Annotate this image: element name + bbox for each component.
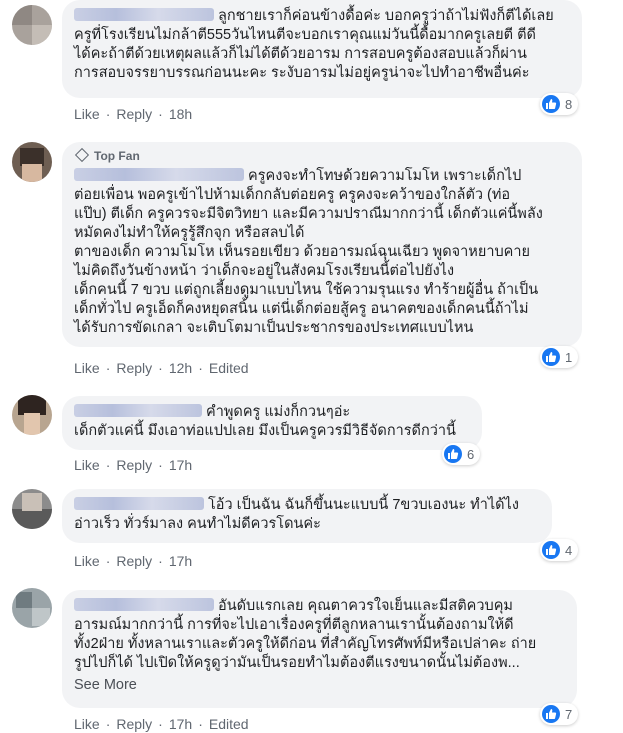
commenter-name[interactable] bbox=[74, 497, 204, 510]
comment-4: โอ้ว เป็นฉัน ฉันก็ขึ้นนะแบบนี้ 7ขวบเองนะ… bbox=[0, 486, 623, 576]
commenter-name[interactable] bbox=[74, 168, 244, 181]
avatar[interactable] bbox=[12, 395, 52, 435]
reaction-count[interactable]: 6 bbox=[442, 443, 481, 465]
reply-link[interactable]: Reply bbox=[116, 457, 152, 473]
see-more-link[interactable]: See More bbox=[74, 677, 565, 693]
timestamp[interactable]: 18h bbox=[169, 106, 192, 122]
edited-label[interactable]: Edited bbox=[209, 716, 249, 732]
comment-2: Top Fan ครูคงจะทำโทษด้วยความโมโห เพราะเด… bbox=[0, 139, 623, 379]
comment-bubble: Top Fan ครูคงจะทำโทษด้วยความโมโห เพราะเด… bbox=[62, 142, 582, 347]
like-link[interactable]: Like bbox=[74, 716, 100, 732]
avatar[interactable] bbox=[12, 5, 52, 45]
commenter-name[interactable] bbox=[74, 404, 202, 417]
reaction-count[interactable]: 1 bbox=[540, 346, 579, 368]
reply-link[interactable]: Reply bbox=[116, 106, 152, 122]
like-link[interactable]: Like bbox=[74, 553, 100, 569]
like-link[interactable]: Like bbox=[74, 106, 100, 122]
edited-label[interactable]: Edited bbox=[209, 360, 249, 376]
like-link[interactable]: Like bbox=[74, 360, 100, 376]
like-thumb-icon bbox=[444, 445, 462, 463]
comment-3: คำพูดครู แม่งก็กวนๆอ่ะ เด็กตัวแค่นี้ มึง… bbox=[0, 393, 623, 483]
reply-link[interactable]: Reply bbox=[116, 553, 152, 569]
reaction-count[interactable]: 4 bbox=[540, 539, 579, 561]
like-thumb-icon bbox=[542, 705, 560, 723]
timestamp[interactable]: 12h bbox=[169, 360, 192, 376]
comment-5: อันดับแรกเลย คุณตาควรใจเย็นและมีสติควบคุ… bbox=[0, 583, 623, 733]
timestamp[interactable]: 17h bbox=[169, 457, 192, 473]
timestamp[interactable]: 17h bbox=[169, 716, 192, 732]
reaction-count[interactable]: 8 bbox=[540, 93, 579, 115]
comment-1: ลูกชายเราก็ค่อนข้างดื้อค่ะ บอกครูว่าถ้าไ… bbox=[0, 0, 623, 128]
comment-actions: Like · Reply · 12h · Edited bbox=[74, 360, 249, 376]
comment-bubble: ลูกชายเราก็ค่อนข้างดื้อค่ะ บอกครูว่าถ้าไ… bbox=[62, 0, 582, 98]
reaction-count[interactable]: 7 bbox=[540, 703, 579, 725]
avatar[interactable] bbox=[12, 142, 52, 182]
comment-bubble: คำพูดครู แม่งก็กวนๆอ่ะ เด็กตัวแค่นี้ มึง… bbox=[62, 396, 482, 450]
top-fan-badge: Top Fan bbox=[74, 147, 570, 164]
comment-bubble: โอ้ว เป็นฉัน ฉันก็ขึ้นนะแบบนี้ 7ขวบเองนะ… bbox=[62, 489, 552, 543]
comment-bubble: อันดับแรกเลย คุณตาควรใจเย็นและมีสติควบคุ… bbox=[62, 590, 577, 708]
comment-actions: Like · Reply · 17h · Edited bbox=[74, 716, 249, 732]
commenter-name[interactable] bbox=[74, 598, 214, 611]
reply-link[interactable]: Reply bbox=[116, 360, 152, 376]
like-thumb-icon bbox=[542, 95, 560, 113]
comment-actions: Like · Reply · 17h bbox=[74, 457, 193, 473]
timestamp[interactable]: 17h bbox=[169, 553, 192, 569]
avatar[interactable] bbox=[12, 489, 52, 529]
commenter-name[interactable] bbox=[74, 8, 214, 21]
like-thumb-icon bbox=[542, 348, 560, 366]
reply-link[interactable]: Reply bbox=[116, 716, 152, 732]
like-link[interactable]: Like bbox=[74, 457, 100, 473]
comment-actions: Like · Reply · 18h bbox=[74, 106, 193, 122]
comment-text: ครูคงจะทำโทษด้วยความโมโห เพราะเด็กไป ต่อ… bbox=[74, 168, 543, 336]
like-thumb-icon bbox=[542, 541, 560, 559]
avatar[interactable] bbox=[12, 588, 52, 628]
diamond-icon bbox=[74, 147, 90, 163]
comment-actions: Like · Reply · 17h bbox=[74, 553, 193, 569]
